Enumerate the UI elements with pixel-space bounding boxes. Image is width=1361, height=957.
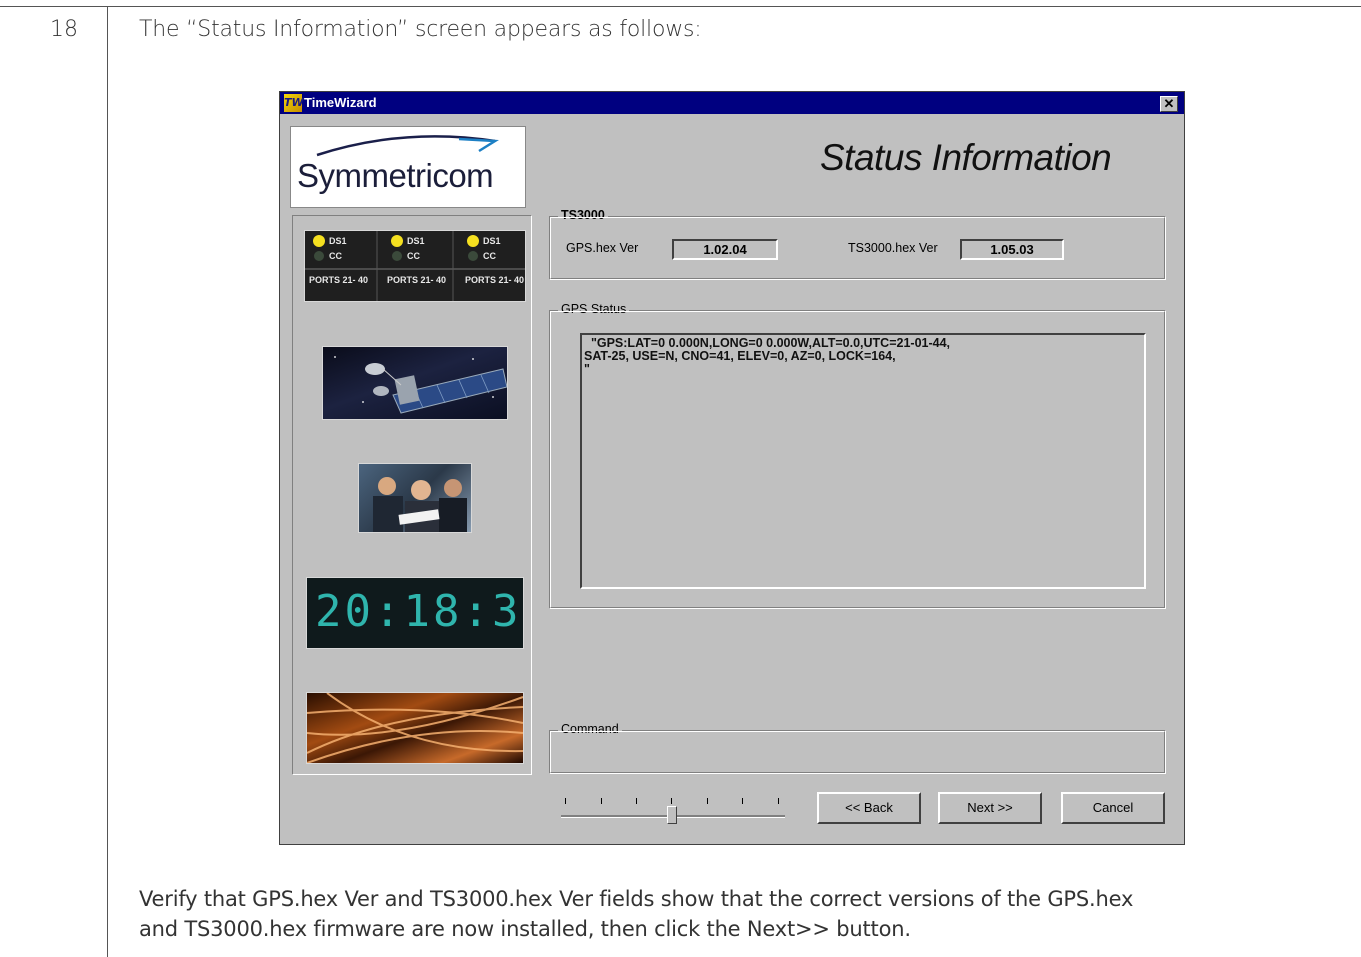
led-cc-label: CC (483, 251, 496, 261)
led-ds1-label: DS1 (483, 236, 501, 246)
gps-hex-label: GPS.hex Ver (566, 241, 639, 255)
led-ports-label: PORTS 21- 40 (309, 275, 368, 285)
logo-swoosh-icon (316, 135, 499, 157)
led-ports-label: PORTS 21- 40 (387, 275, 446, 285)
cancel-button[interactable]: Cancel (1061, 792, 1165, 824)
gps-status-text: "GPS:LAT=0 0.000N,LONG=0 0.000W,ALT=0.0,… (584, 336, 951, 376)
title-bar: TW TimeWizard ✕ (280, 92, 1184, 114)
command-group-label: Command (558, 722, 622, 736)
instruction-line-2: and TS3000.hex firmware are now installe… (139, 917, 911, 941)
wizard-progress-slider[interactable] (561, 792, 787, 828)
slider-tick (601, 798, 602, 804)
command-group: Command (549, 722, 1166, 774)
satellite-icon (334, 356, 508, 414)
logo-text: Symmetricom (297, 157, 494, 194)
digital-clock-image: 20:18:3 (306, 577, 524, 649)
slider-tick (707, 798, 708, 804)
people-icon (373, 477, 467, 532)
fiber-wires-image (306, 692, 524, 764)
slider-tick (778, 798, 779, 804)
wires-icon (306, 692, 524, 764)
led-ports-label: PORTS 21- 40 (465, 275, 524, 285)
ts3000-hex-label: TS3000.hex Ver (848, 241, 938, 255)
slider-tick (636, 798, 637, 804)
column-divider (107, 6, 108, 957)
led-indicators-icon: DS1 CC PORTS 21- 40 DS1 CC PORTS 21- 40 … (305, 231, 525, 301)
intro-text: The “Status Information” screen appears … (139, 17, 702, 42)
satellite-image (322, 346, 508, 420)
slider-tick (565, 798, 566, 804)
business-people-image (358, 463, 472, 533)
gps-hex-version-field: 1.02.04 (672, 239, 778, 260)
app-icon: TW (284, 94, 304, 112)
clock-digits: 20:18:3 (315, 586, 522, 637)
step-number: 18 (50, 17, 78, 42)
slider-tick (742, 798, 743, 804)
instruction-line-1: Verify that GPS.hex Ver and TS3000.hex V… (139, 887, 1134, 911)
gps-status-textbox[interactable]: "GPS:LAT=0 0.000N,LONG=0 0.000W,ALT=0.0,… (580, 333, 1146, 589)
ts3000-group-label: TS3000 (558, 208, 608, 222)
led-cc-label: CC (329, 251, 342, 261)
ts3000-hex-version-field: 1.05.03 (960, 239, 1064, 260)
led-cc-label: CC (407, 251, 420, 261)
close-icon[interactable]: ✕ (1160, 96, 1178, 112)
slider-tick (671, 798, 672, 804)
symmetricom-logo: Symmetricom (290, 126, 526, 208)
timewizard-window: TW TimeWizard ✕ Symmetricom Status Infor… (279, 91, 1185, 845)
slider-thumb[interactable] (667, 806, 677, 824)
ts3000-group: TS3000 GPS.hex Ver 1.02.04 TS3000.hex Ve… (549, 208, 1166, 280)
led-ds1-label: DS1 (329, 236, 347, 246)
back-button[interactable]: << Back (817, 792, 921, 824)
instruction-text: Verify that GPS.hex Ver and TS3000.hex V… (139, 884, 1339, 944)
gps-status-group-label: GPS Status (558, 302, 630, 316)
led-ds1-label: DS1 (407, 236, 425, 246)
next-button[interactable]: Next >> (938, 792, 1042, 824)
top-rule (0, 6, 1361, 7)
led-panel-image: DS1 CC PORTS 21- 40 DS1 CC PORTS 21- 40 … (304, 230, 526, 302)
window-title: TimeWizard (304, 95, 377, 110)
page-heading: Status Information (820, 137, 1112, 178)
